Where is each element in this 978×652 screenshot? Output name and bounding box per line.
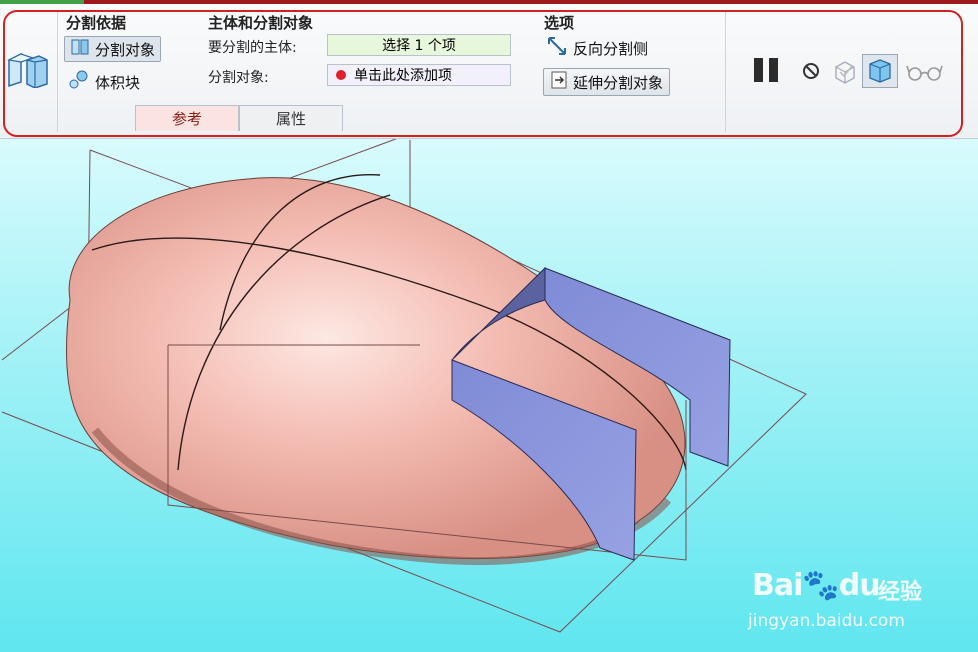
- watermark-logo-text: Bai: [752, 568, 803, 603]
- watermark-product: 经验: [878, 580, 923, 605]
- feature-dashboard: 分割依据 分割对象 体积块 参考 属性 主体和分割对象 要分割的主体: 选择 1…: [0, 4, 978, 139]
- paw-icon: 🐾: [802, 568, 839, 603]
- watermark-url: jingyan.baidu.com: [748, 611, 905, 631]
- watermark-logo: Bai🐾du: [752, 568, 881, 603]
- graphics-viewport[interactable]: Bai🐾du 经验 jingyan.baidu.com: [0, 139, 978, 652]
- highlight-frame: [3, 10, 963, 137]
- watermark-logo-suffix: du: [838, 568, 881, 603]
